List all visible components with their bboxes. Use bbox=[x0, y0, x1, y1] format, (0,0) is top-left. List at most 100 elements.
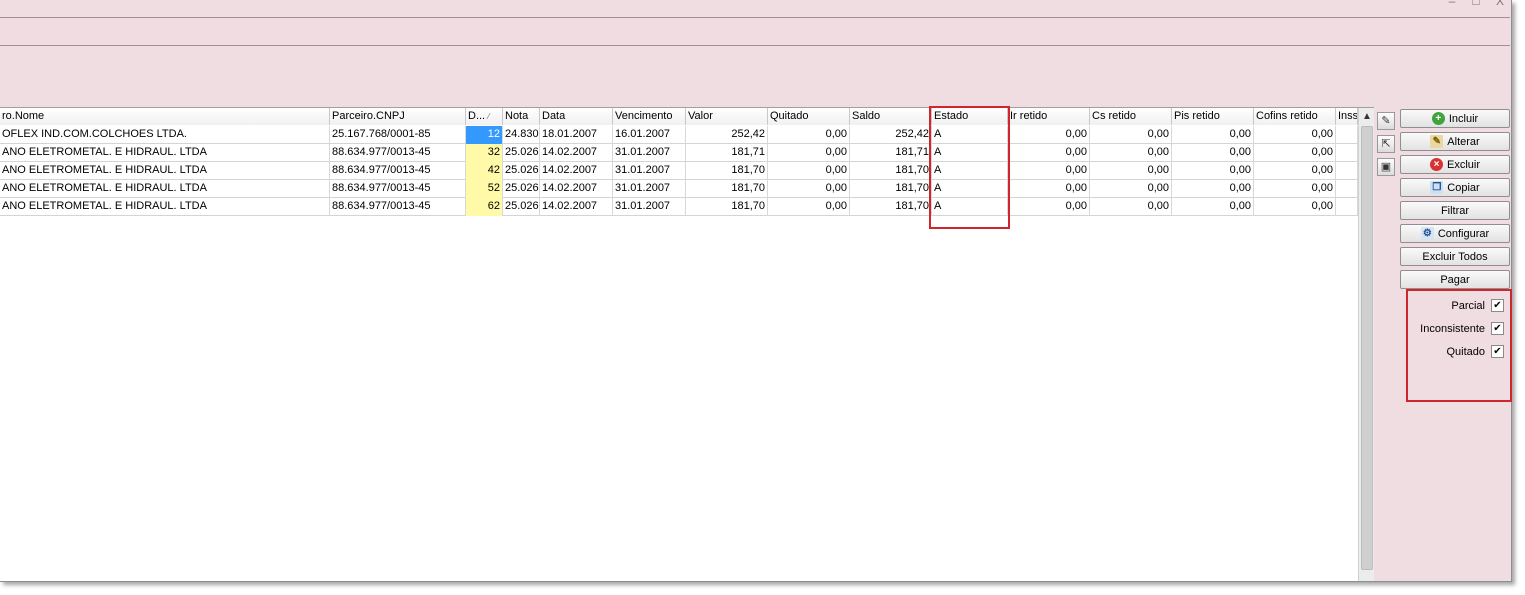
print-tool-icon[interactable]: ▣ bbox=[1377, 158, 1395, 176]
cell-nome[interactable]: ANO ELETROMETAL. E HIDRAUL. LTDA bbox=[0, 198, 330, 216]
cell-ir-retido[interactable]: 0,00 bbox=[1008, 126, 1090, 144]
cell-cs-retido[interactable]: 0,00 bbox=[1090, 126, 1172, 144]
cell-documento[interactable]: 32 bbox=[466, 144, 503, 162]
cell-quitado[interactable]: 0,00 bbox=[768, 162, 850, 180]
scroll-up-icon[interactable]: ▲ bbox=[1359, 109, 1374, 125]
cell-saldo[interactable]: 181,70 bbox=[850, 198, 932, 216]
excluir-todos-button[interactable]: Excluir Todos bbox=[1400, 247, 1510, 266]
cell-valor[interactable]: 181,70 bbox=[686, 198, 768, 216]
column-header-inss[interactable]: Inss bbox=[1336, 108, 1358, 125]
cell-cs-retido[interactable]: 0,00 bbox=[1090, 198, 1172, 216]
cell-vencimento[interactable]: 31.01.2007 bbox=[613, 162, 686, 180]
cell-pis-retido[interactable]: 0,00 bbox=[1172, 180, 1254, 198]
cell-nota[interactable]: 25.026 bbox=[503, 198, 540, 216]
column-header-cnpj[interactable]: Parceiro.CNPJ bbox=[330, 108, 466, 125]
cell-documento[interactable]: 12 bbox=[466, 126, 503, 144]
close-icon[interactable]: X bbox=[1495, 0, 1505, 8]
column-header-nota[interactable]: Nota bbox=[503, 108, 540, 125]
excluir-button[interactable]: × Excluir bbox=[1400, 155, 1510, 174]
export-tool-icon[interactable]: ⇱ bbox=[1377, 135, 1395, 153]
column-header-cs-retido[interactable]: Cs retido bbox=[1090, 108, 1172, 125]
cell-documento[interactable]: 52 bbox=[466, 180, 503, 198]
cell-quitado[interactable]: 0,00 bbox=[768, 180, 850, 198]
cell-nome[interactable]: OFLEX IND.COM.COLCHOES LTDA. bbox=[0, 126, 330, 144]
alterar-button[interactable]: ✎ Alterar bbox=[1400, 132, 1510, 151]
cell-data[interactable]: 14.02.2007 bbox=[540, 144, 613, 162]
column-header-nome[interactable]: ro.Nome bbox=[0, 108, 330, 125]
filtrar-button[interactable]: Filtrar bbox=[1400, 201, 1510, 220]
column-header-cofins-retido[interactable]: Cofins retido bbox=[1254, 108, 1336, 125]
cell-nota[interactable]: 25.026 bbox=[503, 180, 540, 198]
cell-documento[interactable]: 62 bbox=[466, 198, 503, 216]
cell-cofins-retido[interactable]: 0,00 bbox=[1254, 180, 1336, 198]
column-header-documento[interactable]: D... ⁄ bbox=[466, 108, 503, 125]
cell-nota[interactable]: 24.830 bbox=[503, 126, 540, 144]
cell-cofins-retido[interactable]: 0,00 bbox=[1254, 126, 1336, 144]
cell-ir-retido[interactable]: 0,00 bbox=[1008, 180, 1090, 198]
table-row[interactable]: ANO ELETROMETAL. E HIDRAUL. LTDA 88.634.9… bbox=[0, 162, 1358, 180]
cell-data[interactable]: 14.02.2007 bbox=[540, 198, 613, 216]
column-header-vencimento[interactable]: Vencimento bbox=[613, 108, 686, 125]
cell-pis-retido[interactable]: 0,00 bbox=[1172, 126, 1254, 144]
column-header-ir-retido[interactable]: Ir retido bbox=[1008, 108, 1090, 125]
filter-tool-icon[interactable]: ✎ bbox=[1377, 112, 1395, 130]
cell-inss[interactable] bbox=[1336, 162, 1358, 180]
cell-documento[interactable]: 42 bbox=[466, 162, 503, 180]
pagar-button[interactable]: Pagar bbox=[1400, 270, 1510, 289]
cell-cs-retido[interactable]: 0,00 bbox=[1090, 180, 1172, 198]
cell-vencimento[interactable]: 31.01.2007 bbox=[613, 180, 686, 198]
table-row[interactable]: OFLEX IND.COM.COLCHOES LTDA. 25.167.768/0… bbox=[0, 126, 1358, 144]
incluir-button[interactable]: + Incluir bbox=[1400, 109, 1510, 128]
cell-nota[interactable]: 25.026 bbox=[503, 144, 540, 162]
cell-data[interactable]: 14.02.2007 bbox=[540, 180, 613, 198]
cell-nome[interactable]: ANO ELETROMETAL. E HIDRAUL. LTDA bbox=[0, 180, 330, 198]
cell-cofins-retido[interactable]: 0,00 bbox=[1254, 144, 1336, 162]
data-grid[interactable]: ro.Nome Parceiro.CNPJ D... ⁄ Nota Data Ve… bbox=[0, 107, 1374, 581]
table-row[interactable]: ANO ELETROMETAL. E HIDRAUL. LTDA 88.634.9… bbox=[0, 144, 1358, 162]
cell-pis-retido[interactable]: 0,00 bbox=[1172, 144, 1254, 162]
cell-quitado[interactable]: 0,00 bbox=[768, 126, 850, 144]
cell-inss[interactable] bbox=[1336, 198, 1358, 216]
cell-pis-retido[interactable]: 0,00 bbox=[1172, 198, 1254, 216]
cell-cnpj[interactable]: 88.634.977/0013-45 bbox=[330, 180, 466, 198]
scrollbar-thumb[interactable] bbox=[1361, 126, 1373, 570]
cell-ir-retido[interactable]: 0,00 bbox=[1008, 144, 1090, 162]
cell-vencimento[interactable]: 16.01.2007 bbox=[613, 126, 686, 144]
cell-quitado[interactable]: 0,00 bbox=[768, 144, 850, 162]
cell-saldo[interactable]: 181,71 bbox=[850, 144, 932, 162]
cell-inss[interactable] bbox=[1336, 144, 1358, 162]
cell-vencimento[interactable]: 31.01.2007 bbox=[613, 144, 686, 162]
minimize-icon[interactable]: – bbox=[1447, 0, 1457, 8]
cell-nome[interactable]: ANO ELETROMETAL. E HIDRAUL. LTDA bbox=[0, 162, 330, 180]
column-header-quitado[interactable]: Quitado bbox=[768, 108, 850, 125]
cell-cnpj[interactable]: 88.634.977/0013-45 bbox=[330, 144, 466, 162]
cell-valor[interactable]: 252,42 bbox=[686, 126, 768, 144]
cell-data[interactable]: 14.02.2007 bbox=[540, 162, 613, 180]
cell-quitado[interactable]: 0,00 bbox=[768, 198, 850, 216]
table-row[interactable]: ANO ELETROMETAL. E HIDRAUL. LTDA 88.634.9… bbox=[0, 198, 1358, 216]
column-header-saldo[interactable]: Saldo bbox=[850, 108, 932, 125]
cell-cnpj[interactable]: 25.167.768/0001-85 bbox=[330, 126, 466, 144]
cell-nome[interactable]: ANO ELETROMETAL. E HIDRAUL. LTDA bbox=[0, 144, 330, 162]
cell-cs-retido[interactable]: 0,00 bbox=[1090, 144, 1172, 162]
cell-cofins-retido[interactable]: 0,00 bbox=[1254, 162, 1336, 180]
cell-saldo[interactable]: 181,70 bbox=[850, 180, 932, 198]
cell-valor[interactable]: 181,70 bbox=[686, 180, 768, 198]
vertical-scrollbar[interactable]: ▲ bbox=[1358, 108, 1374, 581]
cell-saldo[interactable]: 181,70 bbox=[850, 162, 932, 180]
cell-ir-retido[interactable]: 0,00 bbox=[1008, 198, 1090, 216]
column-header-data[interactable]: Data bbox=[540, 108, 613, 125]
column-header-pis-retido[interactable]: Pis retido bbox=[1172, 108, 1254, 125]
cell-nota[interactable]: 25.026 bbox=[503, 162, 540, 180]
cell-cnpj[interactable]: 88.634.977/0013-45 bbox=[330, 162, 466, 180]
column-header-valor[interactable]: Valor bbox=[686, 108, 768, 125]
maximize-icon[interactable]: □ bbox=[1471, 0, 1481, 8]
cell-inss[interactable] bbox=[1336, 126, 1358, 144]
cell-vencimento[interactable]: 31.01.2007 bbox=[613, 198, 686, 216]
cell-pis-retido[interactable]: 0,00 bbox=[1172, 162, 1254, 180]
cell-saldo[interactable]: 252,42 bbox=[850, 126, 932, 144]
cell-data[interactable]: 18.01.2007 bbox=[540, 126, 613, 144]
cell-cnpj[interactable]: 88.634.977/0013-45 bbox=[330, 198, 466, 216]
cell-inss[interactable] bbox=[1336, 180, 1358, 198]
cell-ir-retido[interactable]: 0,00 bbox=[1008, 162, 1090, 180]
